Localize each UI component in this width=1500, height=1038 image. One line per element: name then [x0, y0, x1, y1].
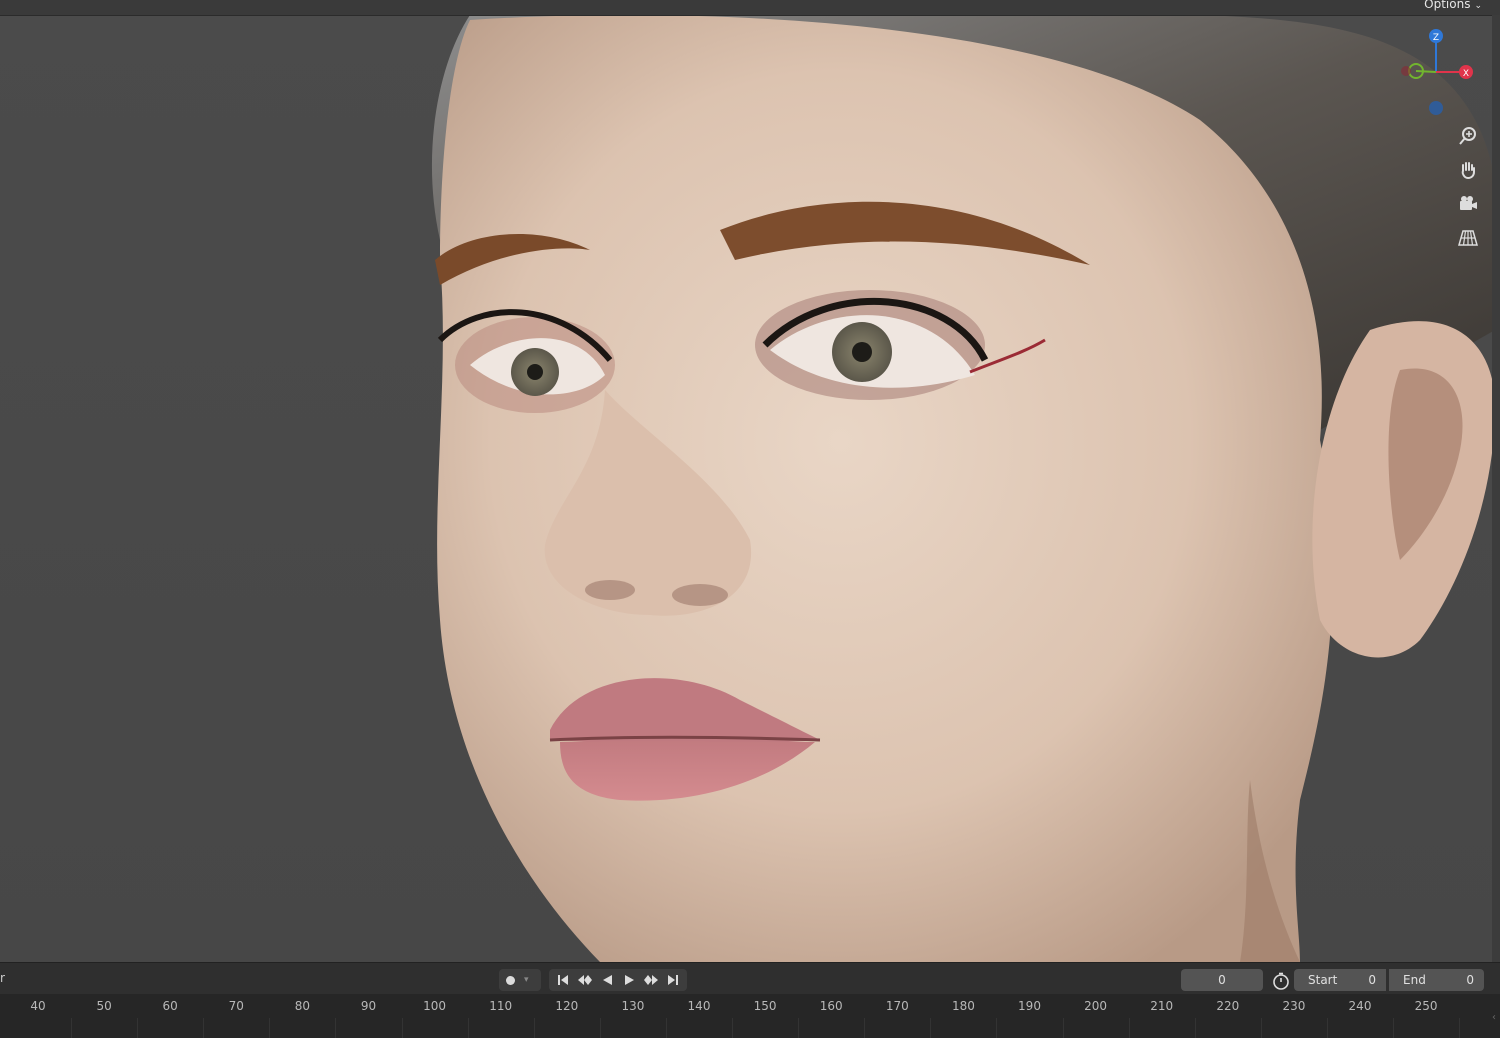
ruler-tick	[1260, 1018, 1262, 1038]
current-frame-field[interactable]: 0	[1181, 969, 1263, 991]
jump-to-start-icon[interactable]	[552, 969, 574, 991]
end-frame-field[interactable]: End 0	[1389, 969, 1484, 991]
z-axis-label: Z	[1433, 33, 1439, 43]
ruler-frame-label: 100	[423, 999, 447, 1013]
ruler-tick	[467, 1018, 469, 1038]
ruler-tick	[599, 1018, 601, 1038]
chevron-down-icon: ⌄	[1474, 1, 1482, 11]
ruler-frame-label: 190	[1018, 999, 1041, 1013]
ruler-tick	[71, 1018, 73, 1038]
3d-viewport[interactable]: Options ⌄ Z X	[0, 0, 1500, 962]
play-icon[interactable]	[618, 969, 640, 991]
neg-z-axis-handle	[1429, 101, 1443, 115]
scroll-handle-icon[interactable]: ‹	[1492, 1012, 1496, 1023]
record-icon	[506, 975, 515, 985]
pan-hand-icon[interactable]	[1454, 156, 1482, 184]
ruler-tick	[533, 1018, 535, 1038]
ruler-frame-label: 210	[1150, 999, 1174, 1013]
camera-view-icon[interactable]	[1454, 190, 1482, 218]
ruler-tick	[1393, 1018, 1395, 1038]
start-frame-field[interactable]: Start 0	[1294, 969, 1386, 991]
perspective-grid-icon[interactable]	[1454, 224, 1482, 252]
ruler-tick	[137, 1018, 139, 1038]
jump-to-end-icon[interactable]	[662, 969, 684, 991]
ruler-tick	[798, 1018, 800, 1038]
jump-prev-keyframe-icon[interactable]	[574, 969, 596, 991]
editor-menu-label[interactable]: r	[0, 971, 5, 985]
viewport-region-edge[interactable]	[1492, 15, 1500, 962]
ruler-frame-label: 140	[687, 999, 711, 1013]
ruler-tick	[269, 1018, 271, 1038]
ruler-frame-label: 130	[621, 999, 645, 1013]
ruler-tick	[665, 1018, 667, 1038]
timeline-header: r ▾ 0 Start 0 End 0	[0, 962, 1500, 995]
viewport-nav-tools	[1454, 122, 1482, 258]
ruler-tick	[732, 1018, 734, 1038]
ruler-frame-label: 230	[1282, 999, 1306, 1013]
neg-x-axis-handle	[1401, 66, 1411, 76]
ruler-frame-label: 60	[162, 999, 178, 1013]
ruler-tick	[1128, 1018, 1130, 1038]
ruler-tick	[1326, 1018, 1328, 1038]
play-reverse-icon[interactable]	[596, 969, 618, 991]
ruler-frame-label: 50	[96, 999, 112, 1013]
x-axis-label: X	[1463, 69, 1469, 79]
ruler-frame-label: 40	[30, 999, 46, 1013]
ruler-frame-label: 220	[1216, 999, 1240, 1013]
ruler-tick	[1459, 1018, 1461, 1038]
ruler-frame-label: 110	[489, 999, 513, 1013]
ruler-tick	[1194, 1018, 1196, 1038]
viewport-header: Options ⌄	[0, 0, 1500, 16]
options-dropdown[interactable]: Options ⌄	[1420, 0, 1486, 11]
ruler-frame-label: 70	[228, 999, 244, 1013]
ruler-frame-label: 180	[951, 999, 975, 1013]
ruler-frame-label: 170	[885, 999, 909, 1013]
start-value: 0	[1368, 973, 1376, 987]
ruler-frame-label: 250	[1414, 999, 1438, 1013]
ruler-tick	[864, 1018, 866, 1038]
end-label: End	[1403, 973, 1426, 987]
ruler-frame-label: 120	[555, 999, 579, 1013]
jump-next-keyframe-icon[interactable]	[640, 969, 662, 991]
options-label: Options	[1424, 0, 1471, 11]
ruler-frame-label: 90	[360, 999, 377, 1013]
ruler-frame-label: 150	[753, 999, 777, 1013]
start-label: Start	[1308, 973, 1338, 987]
ruler-tick	[335, 1018, 337, 1038]
end-value: 0	[1466, 973, 1474, 987]
chevron-down-icon: ▾	[524, 975, 529, 985]
ruler-frame-label: 160	[819, 999, 843, 1013]
ruler-tick	[930, 1018, 932, 1038]
ruler-tick	[203, 1018, 205, 1038]
stopwatch-icon[interactable]	[1271, 971, 1291, 991]
navigation-gizmo[interactable]: Z X	[1400, 22, 1480, 122]
ruler-frame-label: 80	[294, 999, 311, 1013]
rendered-face-image	[431, 2, 1496, 962]
ruler-tick	[1062, 1018, 1064, 1038]
ruler-frame-label: 240	[1348, 999, 1372, 1013]
ruler-frame-label: 200	[1084, 999, 1108, 1013]
zoom-icon[interactable]	[1454, 122, 1482, 150]
ruler-tick	[401, 1018, 403, 1038]
ruler-tick	[996, 1018, 998, 1038]
auto-keying-toggle[interactable]: ▾	[499, 969, 541, 991]
timeline-ruler[interactable]: 40 50 60 70 80 90 100 110 120 130 140 150 160 170 180 1…	[0, 994, 1500, 1038]
playback-controls	[549, 969, 687, 991]
